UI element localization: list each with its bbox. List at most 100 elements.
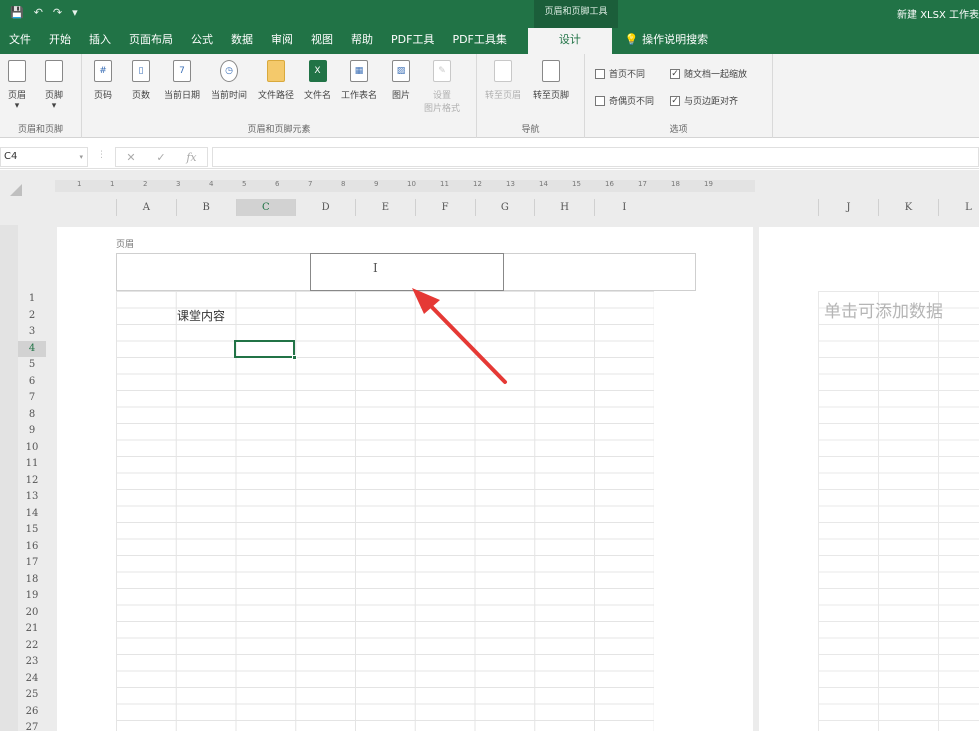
page-number-button[interactable]: # 页码 [94,60,112,101]
tab-formulas[interactable]: 公式 [182,28,222,54]
cell-grid[interactable]: 课堂内容 [116,291,654,731]
column-header-h[interactable]: H [534,199,594,216]
column-header-k[interactable]: K [878,199,938,216]
file-name-button[interactable]: X 文件名 [304,60,331,101]
row-header-10[interactable]: 10 [18,439,46,456]
name-box[interactable]: C4 ▾ [0,147,88,167]
enter-icon[interactable]: ✓ [156,151,165,164]
scale-with-document-checkbox[interactable]: ✓ 随文档一起缩放 [670,67,747,80]
column-header-c[interactable]: C [235,199,296,216]
formula-input[interactable] [212,147,979,167]
footer-label: 页脚 [45,91,64,101]
tab-view[interactable]: 视图 [302,28,342,54]
row-header-2[interactable]: 2 [18,307,46,324]
row-header-13[interactable]: 13 [18,489,46,506]
column-header-j[interactable]: J [818,199,878,216]
row-header-4[interactable]: 4 [18,340,46,357]
footer-button[interactable]: 页脚 ▾ [45,60,63,111]
row-header-17[interactable]: 17 [18,555,46,572]
page-count-button[interactable]: ▯ 页数 [132,60,150,101]
row-header-24[interactable]: 24 [18,670,46,687]
tab-pdf-toolset[interactable]: PDF工具集 [443,28,515,54]
customize-qat-icon[interactable]: ▾ [72,6,78,19]
tab-design[interactable]: 设计 [527,28,612,54]
header-button[interactable]: 页眉 ▾ [8,60,26,111]
tab-home[interactable]: 开始 [40,28,80,54]
file-path-button[interactable]: 文件路径 [258,60,294,101]
group-header-footer: 页眉 ▾ 页脚 ▾ 页眉和页脚 [0,54,82,138]
picture-button[interactable]: ▨ 图片 [392,60,410,101]
cell-b2[interactable]: 课堂内容 [177,307,225,324]
tell-me-search[interactable]: 💡 操作说明搜索 [616,28,717,54]
ruler-tick: 18 [671,180,680,188]
row-header-27[interactable]: 27 [18,720,46,731]
row-header-7[interactable]: 7 [18,390,46,407]
column-header-l[interactable]: L [938,199,979,216]
row-header-25[interactable]: 25 [18,687,46,704]
sheet-name-button[interactable]: ▦ 工作表名 [341,60,377,101]
header-area[interactable]: I [116,253,696,291]
column-header-d[interactable]: D [295,199,355,216]
row-header-18[interactable]: 18 [18,571,46,588]
insert-function-icon[interactable]: fx [186,151,196,164]
file-name-label: 文件名 [304,91,332,101]
row-header-5[interactable]: 5 [18,357,46,374]
chevron-down-icon[interactable]: ▾ [79,148,83,166]
column-header-e[interactable]: E [355,199,415,216]
row-header-26[interactable]: 26 [18,703,46,720]
tab-data[interactable]: 数据 [222,28,262,54]
active-cell-c4[interactable] [234,340,297,360]
row-header-11[interactable]: 11 [18,456,46,473]
column-header-b[interactable]: B [175,199,236,216]
column-header-i[interactable]: I [594,199,654,216]
cancel-icon[interactable]: ✕ [126,151,135,164]
row-header-21[interactable]: 21 [18,621,46,638]
tab-pdf-tools[interactable]: PDF工具 [382,28,443,54]
select-all-corner[interactable] [10,184,22,196]
row-header-6[interactable]: 6 [18,373,46,390]
calendar-icon: 7 [173,60,191,82]
ruler-tick: 13 [506,180,515,188]
add-data-hint[interactable]: 单击可添加数据 [824,297,943,322]
column-header-f[interactable]: F [414,199,475,216]
tab-page-layout[interactable]: 页面布局 [120,28,182,54]
goto-footer-button[interactable]: 转至页脚 [533,60,569,101]
tab-file[interactable]: 文件 [0,28,40,54]
goto-footer-icon [542,60,560,82]
column-header-a[interactable]: A [116,199,176,216]
title-bar: 💾 ↶ ↷ ▾ 页眉和页脚工具 新建 XLSX 工作表 [0,0,979,28]
row-header-23[interactable]: 23 [18,654,46,671]
different-first-page-checkbox[interactable]: 首页不同 [595,67,645,80]
ruler-tick: 1 [77,180,82,188]
row-header-14[interactable]: 14 [18,505,46,522]
tab-review[interactable]: 审阅 [262,28,302,54]
cell-grid-page-2[interactable] [818,291,979,731]
row-header-16[interactable]: 16 [18,538,46,555]
row-header-12[interactable]: 12 [18,472,46,489]
tab-help[interactable]: 帮助 [342,28,382,54]
row-header-19[interactable]: 19 [18,588,46,605]
undo-icon[interactable]: ↶ [34,6,43,19]
current-time-button[interactable]: ◷ 当前时间 [211,60,247,101]
row-header-8[interactable]: 8 [18,406,46,423]
row-header-9[interactable]: 9 [18,423,46,440]
different-odd-even-checkbox[interactable]: 奇偶页不同 [595,94,654,107]
text-cursor-icon: I [373,261,378,275]
format-picture-button[interactable]: ✎ 设置 图片格式 [424,60,460,114]
align-with-margins-checkbox[interactable]: ✓ 与页边距对齐 [670,94,738,107]
tab-insert[interactable]: 插入 [80,28,120,54]
fill-handle[interactable] [292,355,297,360]
formula-bar-grip-icon[interactable]: ⋮ [97,150,106,160]
redo-icon[interactable]: ↷ [53,6,62,19]
row-header-22[interactable]: 22 [18,637,46,654]
row-header-15[interactable]: 15 [18,522,46,539]
current-date-button[interactable]: 7 当前日期 [164,60,200,101]
save-icon[interactable]: 💾 [10,6,24,19]
column-header-g[interactable]: G [474,199,535,216]
header-center-section[interactable]: I [310,253,504,291]
vertical-ruler [0,225,18,731]
row-header-1[interactable]: 1 [18,291,46,308]
row-header-3[interactable]: 3 [18,324,46,341]
row-header-20[interactable]: 20 [18,604,46,621]
goto-header-button[interactable]: 转至页眉 [485,60,521,101]
